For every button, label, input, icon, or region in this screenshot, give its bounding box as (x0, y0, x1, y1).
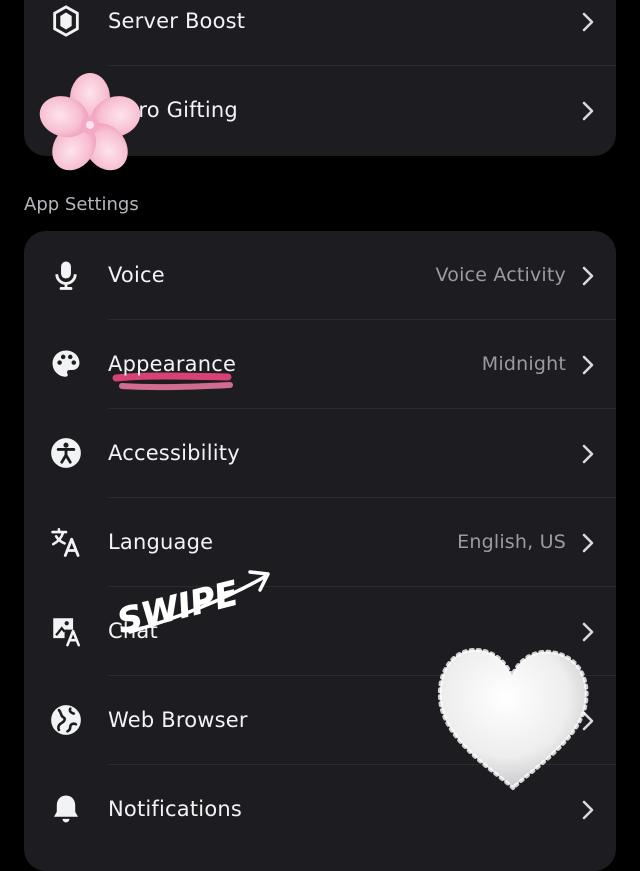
settings-row-label: Voice (108, 263, 165, 287)
settings-row-label: Accessibility (108, 441, 240, 465)
bell-icon (46, 789, 86, 829)
chevron-right-icon (582, 622, 594, 642)
globe-icon (46, 700, 86, 740)
settings-row-label: Server Boost (108, 9, 246, 33)
cloud-heart-sticker (437, 647, 589, 791)
chat-image-icon (46, 611, 86, 651)
chevron-right-icon (582, 355, 594, 375)
chevron-right-icon (582, 101, 594, 121)
settings-row-label: Web Browser (108, 708, 248, 732)
settings-row-voice[interactable]: Voice Voice Activity (24, 231, 616, 320)
settings-row-label: Appearance (108, 352, 237, 376)
accessibility-icon (46, 433, 86, 473)
swipe-annotation: SWIPE (113, 570, 270, 638)
settings-row-value: Midnight (481, 353, 566, 375)
settings-row-value: English, US (457, 531, 566, 553)
chevron-right-icon (582, 12, 594, 32)
settings-row-server-boost[interactable]: Server Boost (24, 0, 616, 66)
settings-row-value: Voice Activity (435, 264, 566, 286)
section-header-app-settings: App Settings (24, 194, 139, 215)
settings-row-appearance[interactable]: Appearance Midnight (24, 320, 616, 409)
swipe-text: SWIPE (114, 574, 243, 638)
server-boost-icon (46, 1, 86, 41)
microphone-icon (46, 255, 86, 295)
settings-row-label: Notifications (108, 797, 243, 821)
settings-row-accessibility[interactable]: Accessibility (24, 409, 616, 498)
chevron-right-icon (582, 266, 594, 286)
chevron-right-icon (582, 533, 594, 553)
chevron-right-icon (582, 800, 594, 820)
pink-flower-sticker (39, 73, 141, 171)
language-icon (46, 522, 86, 562)
chevron-right-icon (582, 444, 594, 464)
palette-icon (46, 344, 86, 384)
